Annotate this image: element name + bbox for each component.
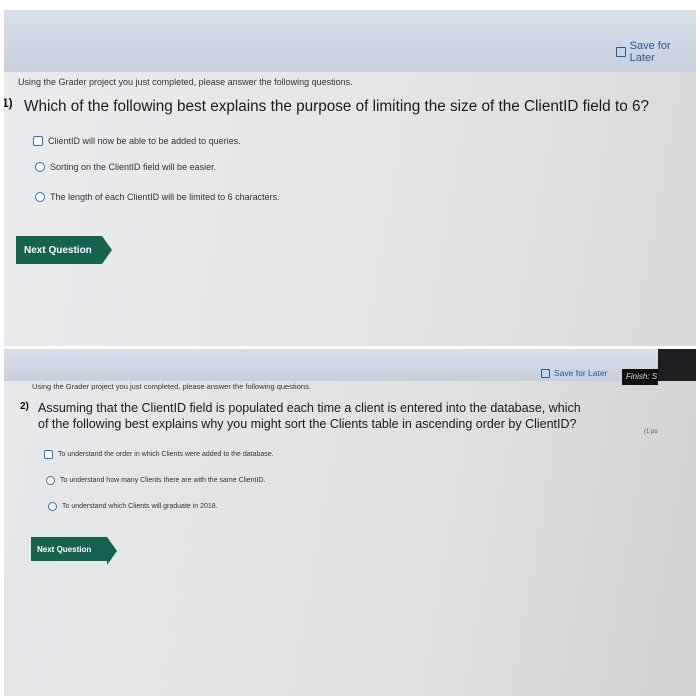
instructions-text: Using the Grader project you just comple… (32, 382, 311, 391)
question-number: 2) (20, 401, 29, 412)
question-text-line-2: of the following best explains why you m… (38, 417, 577, 431)
next-question-label: Next Question (37, 544, 92, 554)
radio-button[interactable] (35, 162, 45, 172)
answer-option-label: ClientID will now be able to be added to… (48, 136, 241, 146)
answer-option-2[interactable]: Sorting on the ClientID field will be ea… (35, 162, 216, 172)
top-toolbar (4, 10, 696, 72)
radio-button[interactable] (48, 502, 57, 511)
checkbox[interactable] (33, 136, 43, 146)
answer-option-label: The length of each ClientID will be limi… (50, 192, 280, 202)
save-icon (541, 368, 550, 378)
points-label: (1 po (644, 429, 658, 435)
screenshot-question-2: Save for Later Using the Grader project … (4, 349, 696, 696)
answer-option-2[interactable]: To understand how many Clients there are… (46, 476, 265, 485)
screenshot-question-1: Save for Later Using the Grader project … (4, 10, 696, 346)
answer-option-1[interactable]: To understand the order in which Clients… (44, 450, 274, 459)
next-question-label: Next Question (24, 244, 92, 256)
answer-option-3[interactable]: The length of each ClientID will be limi… (35, 192, 280, 202)
instructions-text: Using the Grader project you just comple… (18, 77, 353, 87)
answer-option-3[interactable]: To understand which Clients will graduat… (48, 502, 218, 511)
answer-option-1[interactable]: ClientID will now be able to be added to… (33, 136, 241, 146)
save-for-later-link[interactable]: Save for Later (541, 368, 607, 378)
question-text: Which of the following best explains the… (24, 98, 649, 115)
next-question-button[interactable]: Next Question (16, 236, 112, 264)
question-text-line-1: Assuming that the ClientID field is popu… (38, 401, 581, 415)
answer-option-label: To understand how many Clients there are… (60, 477, 266, 484)
radio-button[interactable] (46, 476, 55, 485)
save-for-later-label: Save for Later (554, 368, 608, 378)
finish-label: Finish: S (626, 372, 658, 381)
answer-option-label: To understand which Clients will graduat… (62, 503, 218, 510)
finish-button[interactable]: Finish: S (622, 369, 658, 385)
answer-option-label: To understand the order in which Clients… (58, 451, 274, 458)
radio-button[interactable] (35, 192, 45, 202)
question-number: 1) (4, 96, 13, 110)
answer-option-label: Sorting on the ClientID field will be ea… (50, 162, 217, 172)
next-question-button[interactable]: Next Question (31, 537, 117, 565)
save-icon (616, 47, 626, 57)
checkbox[interactable] (44, 450, 53, 459)
background-edge (658, 349, 696, 381)
save-for-later-label: Save for Later (629, 40, 671, 64)
save-for-later-link[interactable]: Save for Later (616, 40, 696, 64)
